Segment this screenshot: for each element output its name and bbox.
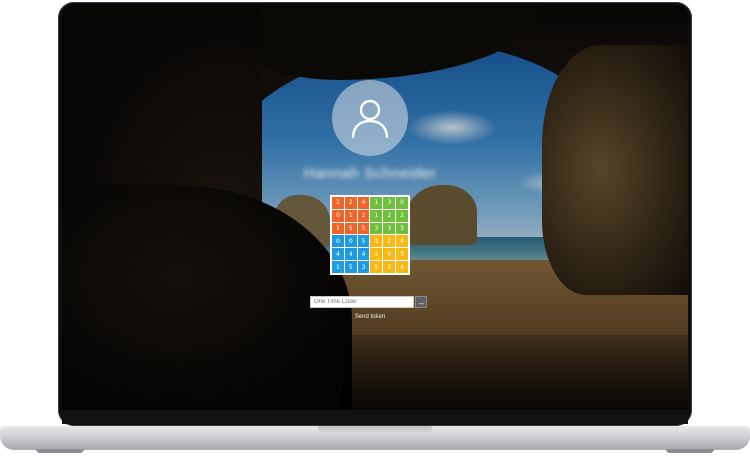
token-grid-cell: 3 — [370, 235, 383, 248]
token-grid-cell: 0 — [332, 209, 344, 222]
token-grid-cell: 0 — [344, 235, 357, 248]
user-avatar — [332, 80, 408, 156]
token-grid-cell: 1 — [332, 197, 344, 209]
token-grid-cell: 5 — [344, 222, 357, 235]
token-grid-cell: 3 — [396, 222, 408, 235]
token-grid-cell: 1 — [344, 209, 357, 222]
token-grid-cell: 5 — [344, 261, 357, 273]
lock-screen: Hannah Schneider 12413001212215533300532… — [62, 5, 688, 410]
token-grid-cell: 5 — [370, 261, 383, 273]
token-grid-cell: 5 — [357, 235, 370, 248]
token-grid-cell: 3 — [383, 197, 396, 209]
token-grid-cell: 4 — [357, 197, 370, 209]
token-grid-cell: 4 — [357, 248, 370, 261]
token-grid-cell: 2 — [344, 197, 357, 209]
token-grid-cell: 3 — [383, 222, 396, 235]
token-grid-cell: 3 — [357, 261, 370, 273]
token-grid-cell: 3 — [370, 222, 383, 235]
token-grid-cell: 5 — [357, 222, 370, 235]
token-grid-cell: 0 — [396, 197, 408, 209]
token-grid-cell: 1 — [370, 209, 383, 222]
token-grid-cell: 1 — [332, 222, 344, 235]
token-grid-cell: 0 — [383, 248, 396, 261]
send-token-link[interactable]: Send token — [340, 314, 400, 320]
token-grid-cell: 2 — [383, 235, 396, 248]
token-grid-cell: 4 — [396, 261, 408, 273]
token-grid-cell: 2 — [357, 209, 370, 222]
screen-bezel — [62, 410, 688, 424]
token-grid-cell: 2 — [396, 209, 408, 222]
username-label: Hannah Schneider — [303, 165, 437, 182]
token-grid-cell: 4 — [332, 248, 344, 261]
one-time-code-input[interactable] — [310, 296, 414, 308]
arrow-right-icon: → — [417, 297, 425, 307]
token-grid-cell: 3 — [396, 248, 408, 261]
laptop-foot — [666, 449, 714, 453]
token-grid-cell: 1 — [370, 197, 383, 209]
token-grid-cell: 2 — [383, 209, 396, 222]
laptop-opening-notch — [318, 426, 432, 433]
token-grid-cell: 3 — [370, 248, 383, 261]
token-grid-cell: 4 — [396, 235, 408, 248]
token-grid-cell: 0 — [332, 235, 344, 248]
token-grid-cell: 1 — [332, 261, 344, 273]
token-grid: 124130012122155333005324444303153524 — [330, 195, 410, 275]
laptop-foot — [36, 449, 84, 453]
user-silhouette-icon — [351, 99, 389, 139]
submit-button[interactable]: → — [415, 296, 427, 308]
token-grid-cell: 2 — [383, 261, 396, 273]
token-grid-cell: 4 — [344, 248, 357, 261]
